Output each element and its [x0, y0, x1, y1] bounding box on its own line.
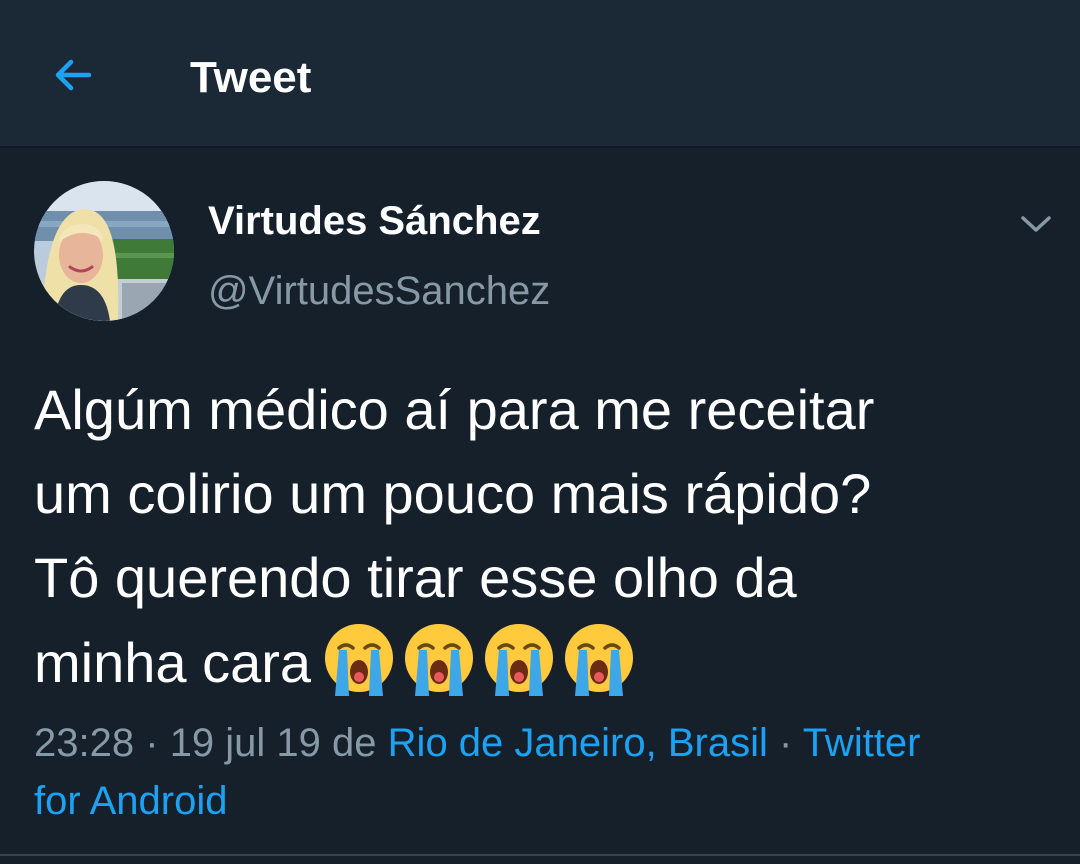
chevron-down-icon	[1021, 216, 1051, 232]
from-word: de	[332, 721, 377, 765]
loudly-crying-face-icon	[485, 624, 554, 696]
divider	[0, 854, 1080, 856]
author-display-name[interactable]: Virtudes Sánchez	[208, 196, 541, 246]
loudly-crying-face-icon	[565, 624, 634, 696]
loudly-crying-face-icon	[405, 624, 474, 696]
user-avatar	[34, 181, 174, 321]
tweet-text-line-last: minha cara	[34, 620, 1054, 705]
source-link[interactable]: Twitter	[803, 721, 921, 765]
tweet-options-button[interactable]	[1012, 204, 1060, 244]
tweet-detail: Virtudes Sánchez @VirtudesSanchez Algúm …	[0, 148, 1080, 864]
page-title: Tweet	[190, 53, 312, 102]
avatar[interactable]	[34, 181, 174, 321]
tweet-metadata-line-1: 23:28 · 19 jul 19 de Rio de Janeiro, Bra…	[34, 714, 1054, 772]
author-handle[interactable]: @VirtudesSanchez	[208, 266, 550, 316]
tweet-date: 19 jul 19	[169, 721, 321, 765]
tweet-text: Algúm médico aí para me receitar um coli…	[34, 368, 1054, 705]
tweet-text-line: Tô querendo tirar esse olho da	[34, 546, 797, 609]
tweet-screen: Tweet Virtudes Sánchez @VirtudesSanchez	[0, 0, 1080, 864]
tweet-text-line: Algúm médico aí para me receitar	[34, 378, 875, 441]
meta-separator: ·	[145, 721, 159, 765]
tweet-metadata: 23:28 · 19 jul 19 de Rio de Janeiro, Bra…	[34, 714, 1054, 830]
tweet-text-line: um colirio um pouco mais rápido?	[34, 462, 872, 525]
tweet-text-line: minha cara	[34, 631, 312, 694]
back-button[interactable]	[40, 42, 106, 108]
source-link-continued[interactable]: for Android	[34, 772, 1054, 830]
app-bar: Tweet	[0, 0, 1080, 148]
loudly-crying-face-icon	[325, 624, 394, 696]
meta-separator: ·	[778, 721, 793, 765]
tweet-time: 23:28	[34, 721, 135, 765]
location-link[interactable]: Rio de Janeiro, Brasil	[388, 721, 768, 765]
arrow-left-icon	[55, 59, 92, 91]
emoji-group	[321, 620, 637, 696]
